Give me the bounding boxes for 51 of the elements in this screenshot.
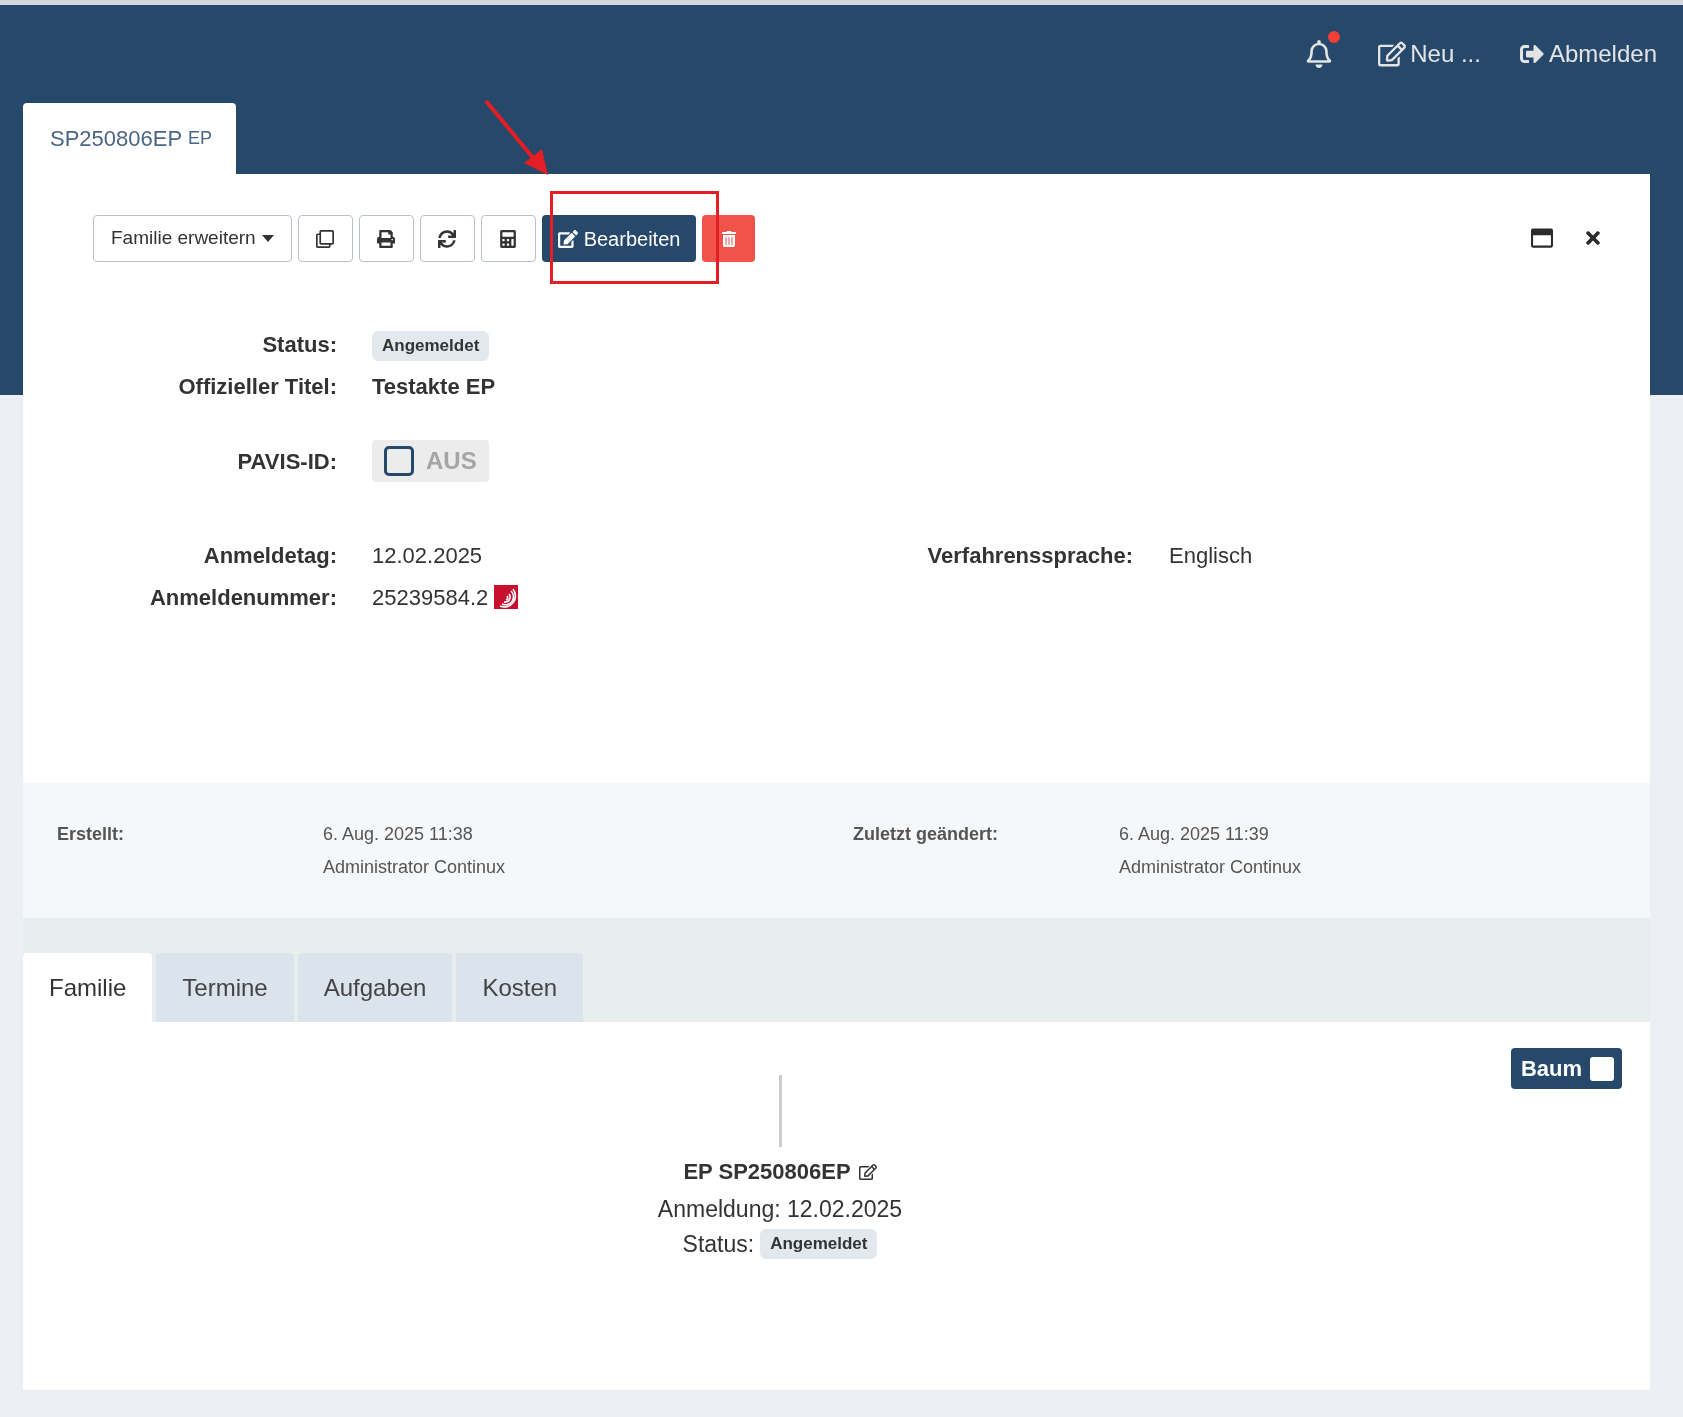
meta-label: Erstellt: [57,822,126,846]
tree-toggle[interactable]: Baum [1510,1048,1622,1089]
logout-icon [1518,42,1545,66]
field-label: Anmeldenummer: [148,583,337,612]
field-label: Anmeldetag: [202,541,337,570]
refresh-icon [438,229,457,248]
status-badge: Angemeldet [760,1229,878,1259]
node-status-label: Status: [682,1229,755,1259]
print-icon [377,229,396,248]
family-dropdown-button[interactable]: Familie erweitern [93,215,292,262]
maximize-icon[interactable] [1530,227,1554,249]
document-tab[interactable]: SP250806EP EP [23,103,236,174]
close-icon[interactable] [1584,228,1602,248]
field-label: Offizieller Titel: [177,372,337,401]
calculator-button[interactable] [480,215,536,262]
meta-date: 6. Aug. 2025 11:38 [323,822,474,846]
section-tab[interactable]: Familie [23,953,153,1022]
trash-icon [721,230,736,247]
section-tab[interactable]: Kosten [456,953,584,1022]
node-filing-date: Anmeldung: 12.02.2025 [657,1195,903,1224]
print-button[interactable] [358,215,414,262]
node-title[interactable]: EP SP250806EP [683,1155,851,1188]
swirl-icon[interactable] [494,585,519,609]
meta-user: Administrator Continux [323,855,507,879]
caret-icon [261,235,274,242]
refresh-button[interactable] [419,215,475,262]
new-link[interactable]: Neu ... [1378,36,1481,72]
edit-icon [1378,41,1407,67]
field-value: Englisch [1169,541,1253,570]
section-tab[interactable]: Aufgaben [297,953,453,1022]
meta-date: 6. Aug. 2025 11:39 [1119,822,1270,846]
logout-link[interactable]: Abmelden [1518,36,1657,72]
bell-icon[interactable] [1305,40,1334,68]
edit-icon[interactable] [858,1162,877,1181]
field-value: 12.02.2025 [372,541,483,570]
meta-user: Administrator Continux [1119,855,1303,879]
calculator-icon [499,229,518,248]
section-tab[interactable]: Termine [156,953,294,1022]
field-value: Testakte EP [372,373,496,399]
field-label: Verfahrenssprache: [926,541,1133,570]
edit-icon [557,229,578,248]
tree-connector-line [778,1075,782,1147]
copy-button[interactable] [297,215,353,262]
edit-button[interactable]: Bearbeiten [541,215,697,262]
copy-icon [316,229,335,248]
status-badge: Angemeldet [372,331,490,361]
field-value: 25239584.2 [372,583,489,612]
meta-label: Zuletzt geändert: [853,822,999,846]
field-label: PAVIS-ID: [236,447,337,476]
field-label: Status: [261,330,337,359]
delete-button[interactable] [702,215,756,262]
